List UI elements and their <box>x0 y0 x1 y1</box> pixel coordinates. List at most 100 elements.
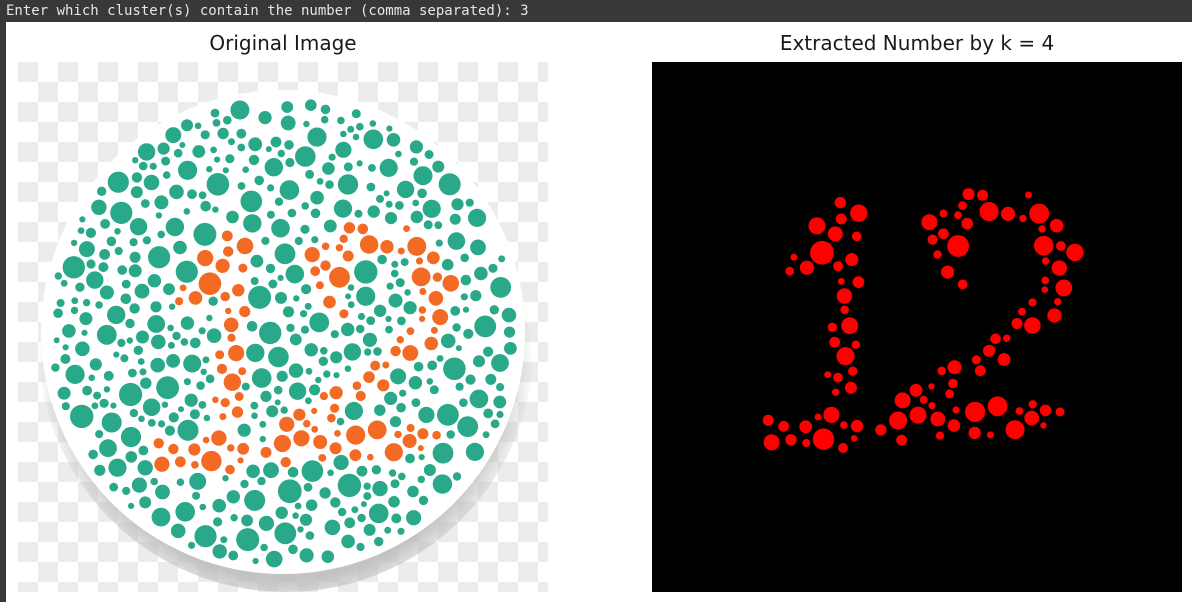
teal-dot <box>183 354 202 373</box>
teal-dot <box>287 466 299 478</box>
orange-dot <box>238 263 248 273</box>
teal-dot <box>347 125 355 133</box>
red-dot <box>945 389 955 399</box>
teal-dot <box>343 162 353 172</box>
red-dot <box>823 406 840 423</box>
orange-dot <box>370 360 381 371</box>
teal-dot <box>297 526 304 533</box>
teal-dot <box>373 304 387 317</box>
teal-dot <box>107 171 129 193</box>
red-dot <box>838 443 849 453</box>
red-dot <box>836 288 853 304</box>
teal-dot <box>485 373 497 385</box>
teal-dot <box>70 239 78 247</box>
teal-dot <box>324 519 341 536</box>
teal-dot <box>457 416 479 437</box>
teal-dot <box>356 160 363 167</box>
teal-dot <box>178 160 198 180</box>
orange-dot <box>237 457 244 464</box>
orange-dot <box>223 317 239 333</box>
teal-dot <box>184 393 198 407</box>
red-dot <box>987 396 1008 417</box>
teal-dot <box>168 412 179 423</box>
red-dot <box>1051 260 1067 276</box>
teal-dot <box>180 338 189 346</box>
red-dot <box>1015 407 1024 415</box>
teal-dot <box>409 140 423 154</box>
teal-dot <box>363 129 384 150</box>
console-input[interactable]: 3 <box>520 3 528 19</box>
teal-dot <box>147 419 156 427</box>
teal-dot <box>202 356 210 364</box>
teal-dot <box>103 370 114 381</box>
teal-dot <box>62 256 85 279</box>
teal-dot <box>263 462 279 479</box>
teal-dot <box>264 158 283 177</box>
teal-dot <box>214 156 221 163</box>
red-dot <box>835 213 847 225</box>
orange-dot <box>382 361 390 369</box>
red-dot <box>954 211 962 220</box>
teal-dot <box>206 173 230 196</box>
orange-dot <box>343 222 356 234</box>
teal-dot <box>351 506 359 514</box>
teal-dot <box>212 544 227 559</box>
teal-dot <box>206 328 222 344</box>
teal-dot <box>200 200 211 212</box>
teal-dot <box>368 164 376 172</box>
teal-dot <box>432 474 453 494</box>
orange-dot <box>402 434 417 448</box>
original-image <box>18 62 548 592</box>
teal-dot <box>465 442 484 461</box>
teal-dot <box>89 358 102 371</box>
teal-dot <box>363 482 371 490</box>
orange-dot <box>228 345 245 362</box>
teal-dot <box>470 290 482 302</box>
teal-dot <box>117 265 127 275</box>
red-dot <box>933 250 942 259</box>
orange-dot <box>390 345 401 357</box>
teal-dot <box>315 376 322 384</box>
teal-dot <box>62 344 69 351</box>
teal-dot <box>355 324 365 334</box>
orange-dot <box>419 288 427 295</box>
teal-dot <box>285 264 305 284</box>
teal-dot <box>396 180 415 199</box>
orange-dot <box>359 235 379 254</box>
teal-dot <box>282 306 295 318</box>
teal-dot <box>301 284 312 295</box>
console-output: Enter which cluster(s) contain the numbe… <box>0 0 1192 22</box>
teal-dot <box>305 531 315 540</box>
teal-dot <box>360 501 367 508</box>
red-dot <box>840 305 849 314</box>
teal-dot <box>452 323 461 332</box>
red-dot <box>812 428 835 450</box>
red-dot <box>851 231 862 242</box>
teal-dot <box>468 208 487 227</box>
teal-dot <box>307 127 327 147</box>
orange-dot <box>215 258 230 273</box>
red-dot <box>930 411 946 427</box>
orange-dot <box>396 336 404 344</box>
orange-dot <box>279 416 295 432</box>
teal-dot <box>220 536 228 544</box>
teal-dot <box>107 305 126 325</box>
teal-dot <box>483 346 494 357</box>
teal-dot <box>189 409 200 420</box>
teal-dot <box>356 542 365 552</box>
orange-dot <box>415 257 424 265</box>
teal-dot <box>165 217 185 237</box>
teal-dot <box>395 278 405 288</box>
teal-dot <box>391 260 399 268</box>
orange-dot <box>212 396 219 404</box>
red-dot <box>935 431 945 440</box>
red-dot <box>845 253 859 267</box>
teal-dot <box>341 322 355 337</box>
orange-dot <box>293 430 310 447</box>
teal-dot <box>259 435 266 443</box>
teal-dot <box>139 496 152 509</box>
red-dot <box>947 235 969 257</box>
teal-dot <box>100 219 110 229</box>
teal-dot <box>426 378 434 385</box>
red-dot <box>909 383 923 397</box>
